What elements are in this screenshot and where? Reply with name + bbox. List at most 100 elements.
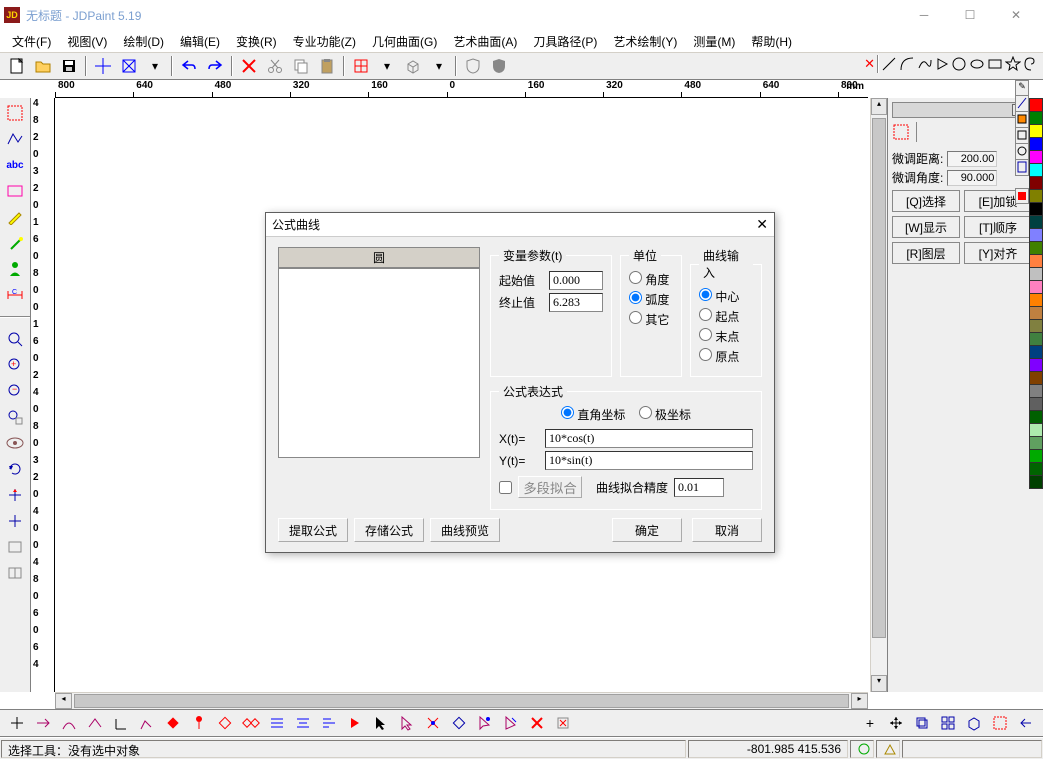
rs3-icon[interactable] (1015, 112, 1029, 128)
close-button[interactable]: ✕ (993, 0, 1039, 30)
color-swatch[interactable] (1029, 397, 1043, 411)
menu-help[interactable]: 帮助(H) (745, 31, 798, 52)
cube-icon[interactable] (401, 55, 425, 77)
multi-checkbox[interactable] (499, 481, 512, 494)
bt-x-icon[interactable] (421, 712, 445, 734)
color-swatch[interactable] (1029, 293, 1043, 307)
pencil-tool-icon[interactable] (2, 205, 28, 229)
rs7-icon[interactable] (1015, 188, 1029, 204)
scroll-left-button[interactable]: ◂ (55, 693, 72, 709)
view1-icon[interactable] (2, 535, 28, 559)
start-input[interactable] (549, 271, 603, 290)
btn-r-layer[interactable]: [R]图层 (892, 242, 960, 264)
view2-icon[interactable] (2, 561, 28, 585)
color-swatch[interactable] (1029, 371, 1043, 385)
sel-rect-icon[interactable] (892, 123, 910, 141)
color-swatch[interactable] (1029, 436, 1043, 450)
bt-x2-icon[interactable] (525, 712, 549, 734)
rect-tool-icon[interactable] (2, 179, 28, 203)
color-swatch[interactable] (1029, 280, 1043, 294)
color-swatch[interactable] (1029, 228, 1043, 242)
menu-art-surface[interactable]: 艺术曲面(A) (447, 31, 523, 52)
bt-cursor1-icon[interactable] (369, 712, 393, 734)
line-icon[interactable] (881, 56, 897, 72)
maximize-button[interactable]: ☐ (947, 0, 993, 30)
new-icon[interactable] (5, 55, 29, 77)
bt-diamonds-icon[interactable] (239, 712, 263, 734)
rect-icon[interactable] (987, 56, 1003, 72)
delete-icon[interactable] (237, 55, 261, 77)
polyline-tool-icon[interactable] (2, 127, 28, 151)
radio-cartesian[interactable]: 直角坐标 (561, 408, 625, 422)
open-icon[interactable] (31, 55, 55, 77)
y-input[interactable] (545, 451, 753, 470)
scroll-down-button[interactable]: ▾ (871, 675, 887, 692)
pan2-icon[interactable] (2, 509, 28, 533)
color-swatch[interactable] (1029, 410, 1043, 424)
bt-grid2-icon[interactable] (936, 712, 960, 734)
zoom-out-icon[interactable]: − (2, 379, 28, 403)
dropdown2-icon[interactable]: ▾ (375, 55, 399, 77)
target-icon[interactable] (91, 55, 115, 77)
circle-icon[interactable] (951, 56, 967, 72)
cut-icon[interactable] (263, 55, 287, 77)
radio-end[interactable]: 末点 (699, 328, 753, 345)
copy-icon[interactable] (289, 55, 313, 77)
color-swatch[interactable] (1029, 384, 1043, 398)
bt-close2-icon[interactable] (551, 712, 575, 734)
ok-button[interactable]: 确定 (612, 518, 682, 542)
cancel-button[interactable]: 取消 (692, 518, 762, 542)
menu-transform[interactable]: 变换(R) (230, 31, 283, 52)
color-swatch[interactable] (1029, 254, 1043, 268)
dropdown-icon[interactable]: ▾ (143, 55, 167, 77)
wand-tool-icon[interactable] (2, 231, 28, 255)
text-tool-icon[interactable]: abc (2, 153, 28, 177)
color-swatch[interactable] (1029, 319, 1043, 333)
color-swatch[interactable] (1029, 241, 1043, 255)
preview-curve-button[interactable]: 曲线预览 (430, 518, 500, 542)
color-swatch[interactable] (1029, 215, 1043, 229)
bt-cube2-icon[interactable] (962, 712, 986, 734)
end-input[interactable] (549, 293, 603, 312)
rs2-icon[interactable] (1015, 96, 1029, 112)
zoom-window-icon[interactable] (2, 405, 28, 429)
btn-w-show[interactable]: [W]显示 (892, 216, 960, 238)
minimize-button[interactable]: ─ (901, 0, 947, 30)
menu-edit[interactable]: 编辑(E) (174, 31, 226, 52)
shield-icon[interactable] (461, 55, 485, 77)
menu-file[interactable]: 文件(F) (6, 31, 57, 52)
color-swatch[interactable] (1029, 202, 1043, 216)
bt-sel-icon[interactable] (988, 712, 1012, 734)
spiral-icon[interactable] (1023, 56, 1039, 72)
rs5-icon[interactable] (1015, 144, 1029, 160)
bt1-icon[interactable] (5, 712, 29, 734)
redo-icon[interactable] (203, 55, 227, 77)
bt3-icon[interactable] (57, 712, 81, 734)
dropdown3-icon[interactable]: ▾ (427, 55, 451, 77)
dialog-titlebar[interactable]: 公式曲线 ✕ (266, 213, 774, 237)
btn-y-align[interactable]: [Y]对齐 (964, 242, 1032, 264)
rs1-icon[interactable]: ✎ (1015, 80, 1029, 96)
list-body[interactable] (278, 268, 480, 458)
tune-distance-input[interactable] (947, 151, 997, 167)
curve-icon[interactable] (917, 56, 933, 72)
save-formula-button[interactable]: 存储公式 (354, 518, 424, 542)
undo-icon[interactable] (177, 55, 201, 77)
menu-geom[interactable]: 几何曲面(G) (366, 31, 443, 52)
radio-origin[interactable]: 原点 (699, 348, 753, 365)
color-swatch[interactable] (1029, 332, 1043, 346)
menu-pro[interactable]: 专业功能(Z) (287, 31, 362, 52)
arc-icon[interactable] (899, 56, 915, 72)
eye-icon[interactable] (2, 431, 28, 455)
color-swatch[interactable] (1029, 475, 1043, 489)
refresh-icon[interactable] (2, 457, 28, 481)
rs6-icon[interactable] (1015, 160, 1029, 176)
scroll-right-button[interactable]: ▸ (851, 693, 868, 709)
color-swatch[interactable] (1029, 189, 1043, 203)
zoom-fit-icon[interactable] (2, 327, 28, 351)
btn-q-select[interactable]: [Q]选择 (892, 190, 960, 212)
color-swatch[interactable] (1029, 306, 1043, 320)
menu-art-draw[interactable]: 艺术绘制(Y) (607, 31, 683, 52)
select-rect-icon[interactable] (2, 101, 28, 125)
zoom-in-icon[interactable]: + (2, 353, 28, 377)
